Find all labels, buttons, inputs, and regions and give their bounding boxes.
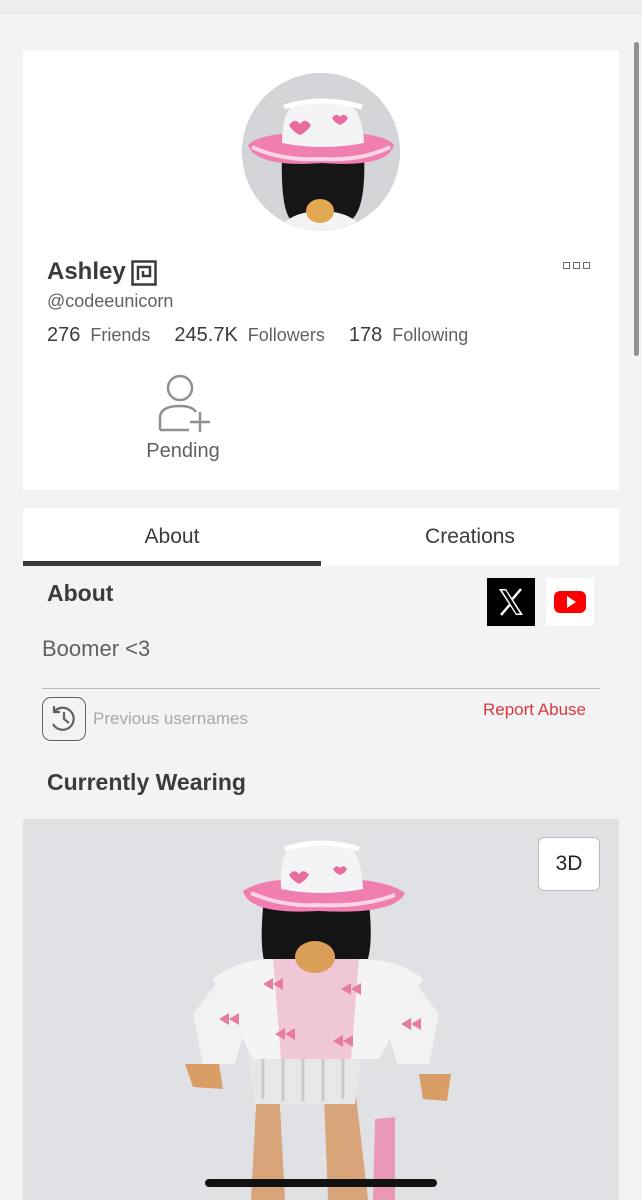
scrollbar[interactable]	[634, 42, 639, 356]
more-options-icon[interactable]	[563, 262, 590, 269]
history-icon	[52, 706, 75, 731]
pending-friend-button[interactable]: Pending	[135, 370, 231, 470]
pending-label: Pending	[146, 440, 220, 462]
avatar-fullbody-image	[185, 840, 451, 1200]
home-indicator	[205, 1179, 437, 1187]
friends-label[interactable]: Friends	[90, 325, 150, 346]
about-bio: Boomer <3	[42, 636, 151, 661]
youtube-social-link[interactable]	[546, 578, 594, 626]
following-count[interactable]: 178	[349, 324, 382, 347]
friends-count[interactable]: 276	[47, 324, 80, 347]
profile-tabs: About Creations	[23, 508, 619, 566]
about-heading: About	[47, 580, 114, 606]
avatar[interactable]	[242, 73, 400, 231]
about-divider	[42, 688, 600, 689]
followers-label[interactable]: Followers	[248, 325, 325, 346]
followers-count[interactable]: 245.7K	[174, 324, 237, 347]
currently-wearing-heading: Currently Wearing	[47, 769, 246, 795]
report-abuse-link[interactable]: Report Abuse	[483, 700, 586, 720]
status-bar	[0, 0, 642, 13]
youtube-icon	[554, 591, 586, 613]
avatar-headshot-image	[242, 73, 400, 231]
view-3d-button[interactable]: 3D	[538, 837, 600, 891]
x-logo-icon	[499, 588, 523, 616]
display-name: Ashley	[47, 258, 126, 285]
add-friend-icon	[158, 374, 210, 432]
verified-badge-icon	[131, 260, 157, 286]
profile-stats: 276 Friends 245.7K Followers 178 Followi…	[47, 324, 492, 347]
previous-usernames-label[interactable]: Previous usernames	[93, 709, 248, 729]
profile-card: Ashley @codeeunicorn 276 Friends 245.7K …	[23, 50, 619, 490]
x-social-link[interactable]	[487, 578, 535, 626]
following-label[interactable]: Following	[392, 325, 468, 346]
currently-wearing-viewer[interactable]: 3D	[23, 819, 619, 1200]
tab-about[interactable]: About	[23, 508, 321, 566]
username: @codeeunicorn	[47, 291, 174, 311]
previous-usernames-button[interactable]	[42, 697, 86, 741]
tab-creations[interactable]: Creations	[321, 508, 619, 566]
